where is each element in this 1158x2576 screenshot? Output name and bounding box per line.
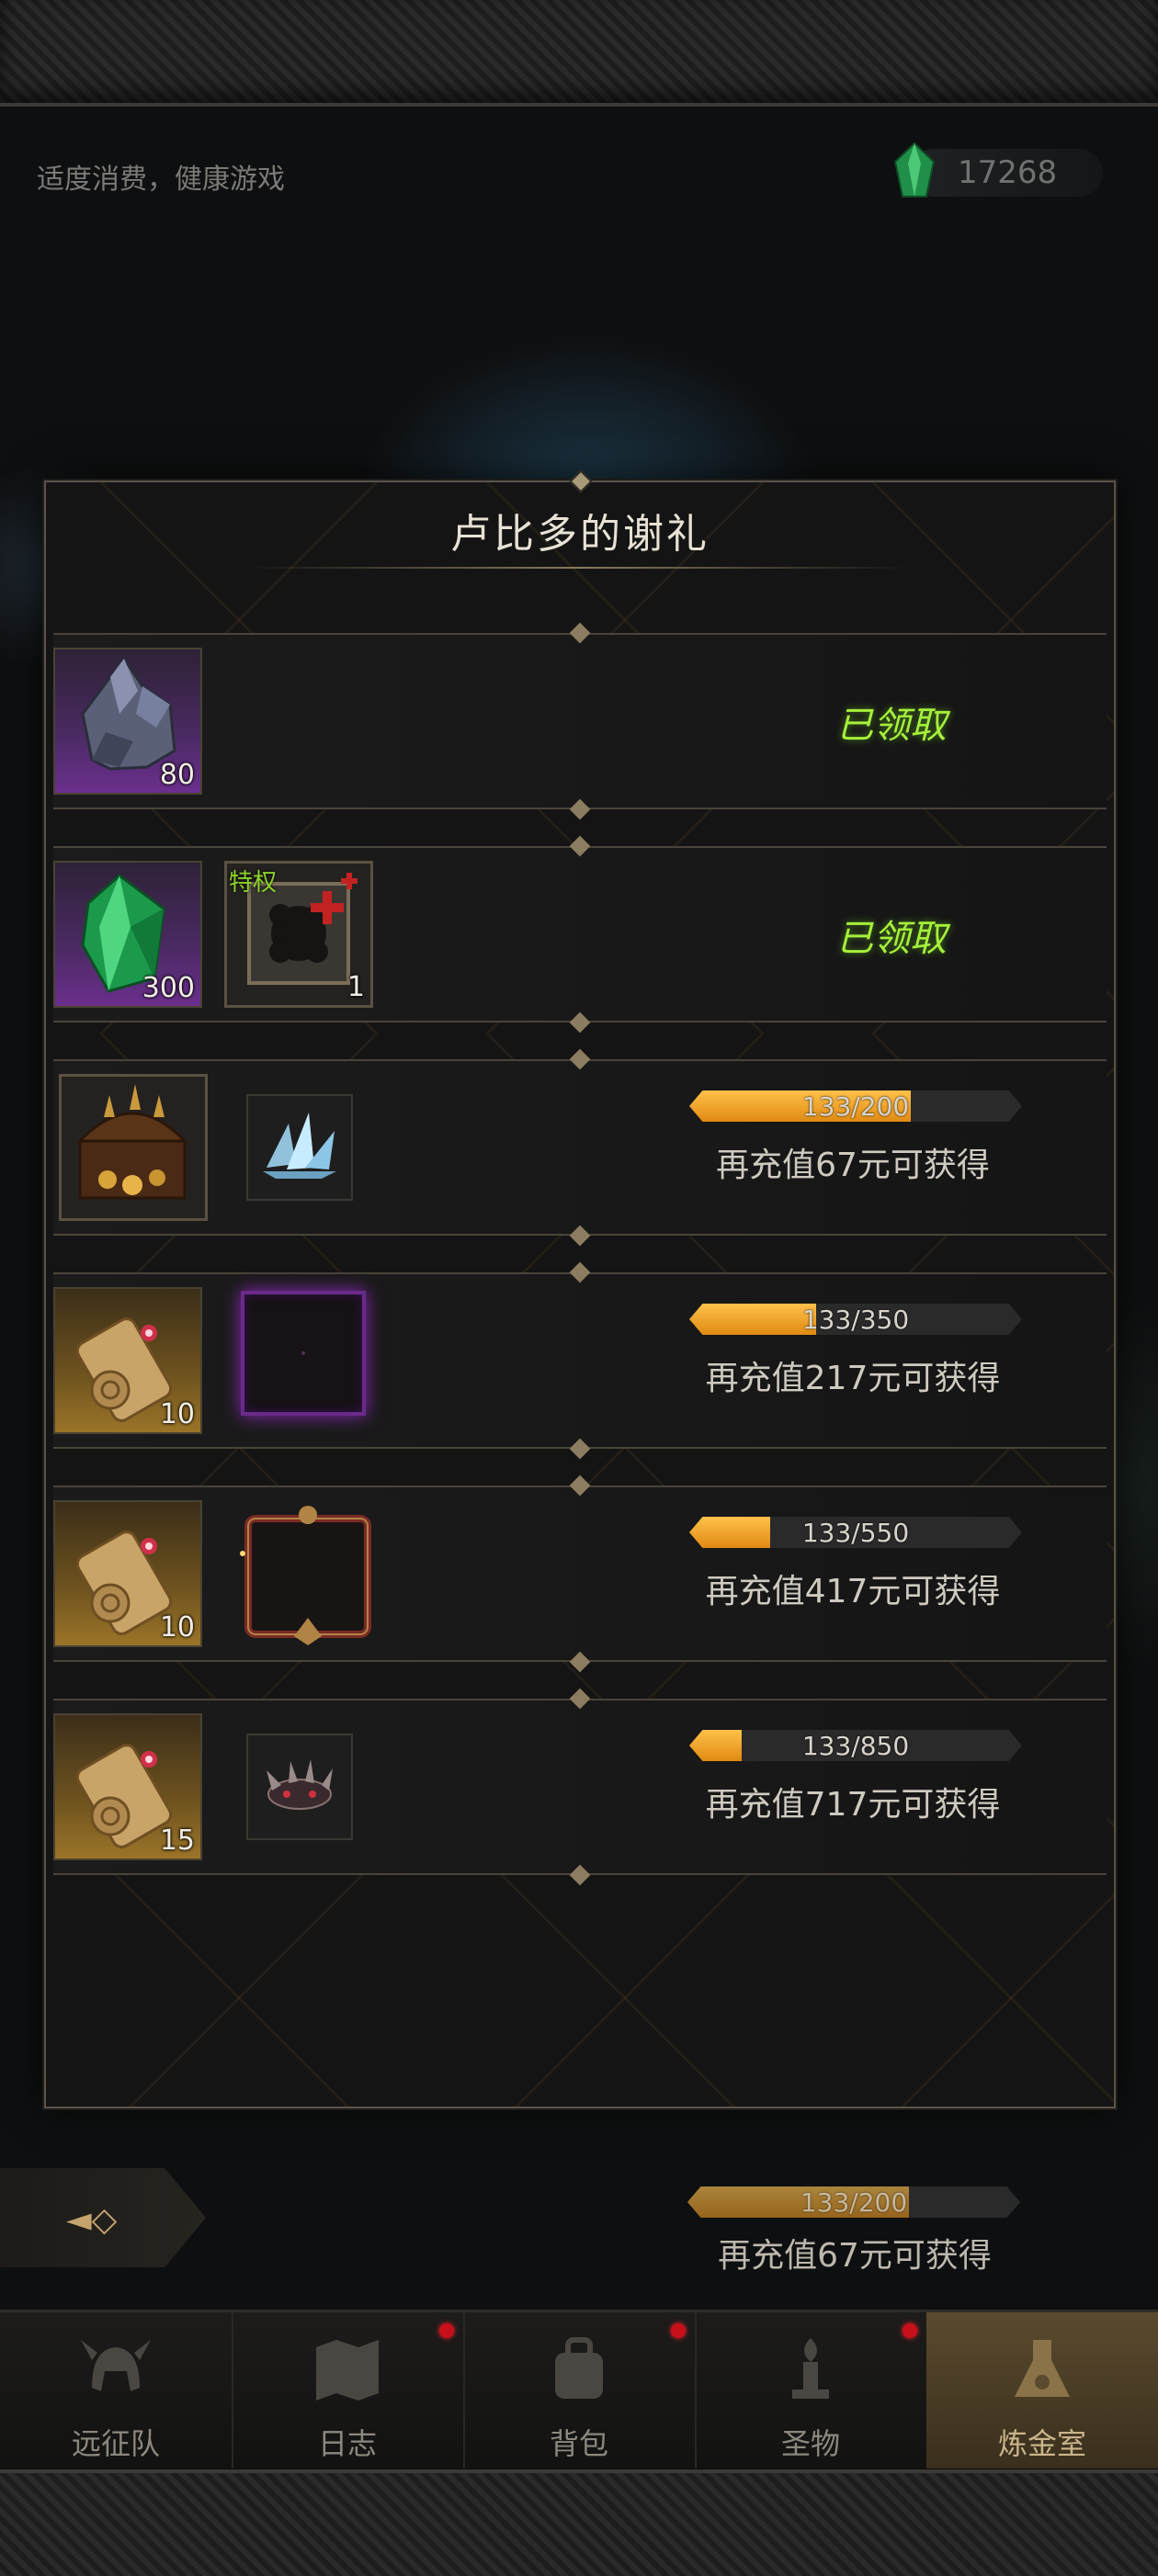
item-quantity: 10 <box>159 1611 195 1644</box>
progress-bar: 133/200 <box>689 1090 1022 1122</box>
row-ornament <box>569 798 591 820</box>
progress-label: 133/200 <box>801 1091 910 1122</box>
reward-item[interactable]: 10 <box>53 1287 202 1434</box>
privilege-badge: 特权 <box>229 869 278 897</box>
progress-label: 133/350 <box>801 1305 910 1335</box>
nav-label: 炼金室 <box>997 2426 1086 2461</box>
reward-modal: 卢比多的谢礼 80 已领取 300 特权 1 已领取 133/200 再充值67… <box>44 469 1116 2108</box>
notification-dot <box>903 2323 917 2338</box>
moderation-note: 适度消费，健康游戏 <box>37 164 285 196</box>
nav-label: 远征队 <box>71 2426 160 2461</box>
reward-item[interactable] <box>246 1734 353 1840</box>
progress-bar: 133/550 <box>689 1517 1022 1548</box>
backpack-icon <box>555 2337 603 2399</box>
reward-item[interactable]: 15 <box>53 1713 202 1860</box>
modal-title: 卢比多的谢礼 <box>450 511 710 558</box>
row-ornament <box>569 835 591 857</box>
progress-label: 133/200 <box>800 2187 908 2218</box>
item-quantity: 80 <box>159 759 195 791</box>
item-quantity: 300 <box>142 972 195 1004</box>
bottom-nav: 远征队 日志 背包 圣物 炼金室 <box>0 2310 1158 2469</box>
green-gem-icon <box>893 141 936 198</box>
background-progress-bar: 133/200 <box>687 2186 1020 2218</box>
reward-item[interactable] <box>59 1074 208 1221</box>
reward-item[interactable] <box>237 1498 379 1645</box>
alchemy-icon <box>1015 2340 1070 2397</box>
row-ornament <box>569 1225 591 1247</box>
back-button[interactable]: ◄◇ <box>0 2168 206 2267</box>
reward-item[interactable]: 80 <box>53 648 202 795</box>
title-divider <box>248 567 910 569</box>
notification-dot <box>671 2323 686 2338</box>
reward-row-3: 133/200 再充值67元可获得 <box>53 1048 1107 1247</box>
progress-label: 133/850 <box>801 1731 910 1761</box>
treasure-chest-icon <box>76 1084 188 1200</box>
nav-item-expedition[interactable]: 远征队 <box>0 2312 233 2469</box>
reward-row-6: 15 133/850 再充值717元可获得 <box>53 1688 1107 1886</box>
recharge-requirement: 再充值717元可获得 <box>705 1786 1001 1824</box>
nav-item-backpack[interactable]: 背包 <box>463 2312 697 2469</box>
reward-item[interactable]: 10 <box>53 1500 202 1647</box>
recharge-requirement: 再充值417元可获得 <box>705 1573 1001 1610</box>
progress-bar: 133/850 <box>689 1730 1022 1761</box>
background-requirement: 再充值67元可获得 <box>718 2237 992 2275</box>
reward-row-1: 80 已领取 <box>53 622 1107 820</box>
nav-label: 背包 <box>549 2426 608 2461</box>
reward-item[interactable]: 300 <box>53 861 202 1008</box>
progress-bar: 133/350 <box>689 1304 1022 1335</box>
currency-display[interactable]: 17268 <box>893 141 1103 198</box>
item-quantity: 1 <box>346 971 365 1003</box>
row-ornament <box>569 1011 591 1034</box>
ice-crystal-icon <box>263 1113 336 1179</box>
item-quantity: 15 <box>159 1825 195 1857</box>
row-ornament <box>569 1474 591 1497</box>
crimson-frame-icon <box>240 1506 371 1645</box>
spiked-crown-icon <box>267 1759 333 1810</box>
row-ornament <box>569 1688 591 1710</box>
recharge-requirement: 再充值67元可获得 <box>716 1147 990 1184</box>
reward-item[interactable] <box>246 1094 353 1201</box>
row-ornament <box>569 1864 591 1886</box>
nav-label: 圣物 <box>780 2426 840 2461</box>
row-ornament <box>569 1261 591 1283</box>
row-ornament <box>569 622 591 644</box>
item-quantity: 10 <box>159 1398 195 1430</box>
top-frame <box>0 0 1158 107</box>
row-ornament <box>569 1651 591 1673</box>
purple-frame-icon <box>301 1351 305 1355</box>
row-ornament <box>569 1438 591 1460</box>
recharge-requirement: 再充值217元可获得 <box>705 1360 1001 1397</box>
nav-item-alchemy[interactable]: 炼金室 <box>926 2312 1158 2469</box>
reward-item[interactable]: 特权 1 <box>224 861 373 1008</box>
arrow-left-icon: ◄◇ <box>66 2201 118 2239</box>
row-ornament <box>569 1048 591 1070</box>
reward-item[interactable] <box>241 1291 366 1416</box>
map-icon <box>316 2340 379 2401</box>
relic-icon <box>792 2338 829 2399</box>
claimed-status: 已领取 <box>836 705 947 747</box>
reward-row-5: 10 133/550 再充值417元可获得 <box>53 1474 1107 1673</box>
reward-row-4: 10 133/350 再充值217元可获得 <box>53 1261 1107 1460</box>
progress-label: 133/550 <box>801 1518 910 1548</box>
notification-dot <box>439 2323 454 2338</box>
nav-label: 日志 <box>317 2426 377 2461</box>
nav-item-journal[interactable]: 日志 <box>232 2312 465 2469</box>
reward-row-2: 300 特权 1 已领取 <box>53 835 1107 1034</box>
bottom-frame <box>0 2469 1158 2576</box>
nav-item-relics[interactable]: 圣物 <box>695 2312 928 2469</box>
currency-value: 17268 <box>958 154 1058 191</box>
helmet-icon <box>81 2340 151 2391</box>
claimed-status: 已领取 <box>836 918 947 960</box>
